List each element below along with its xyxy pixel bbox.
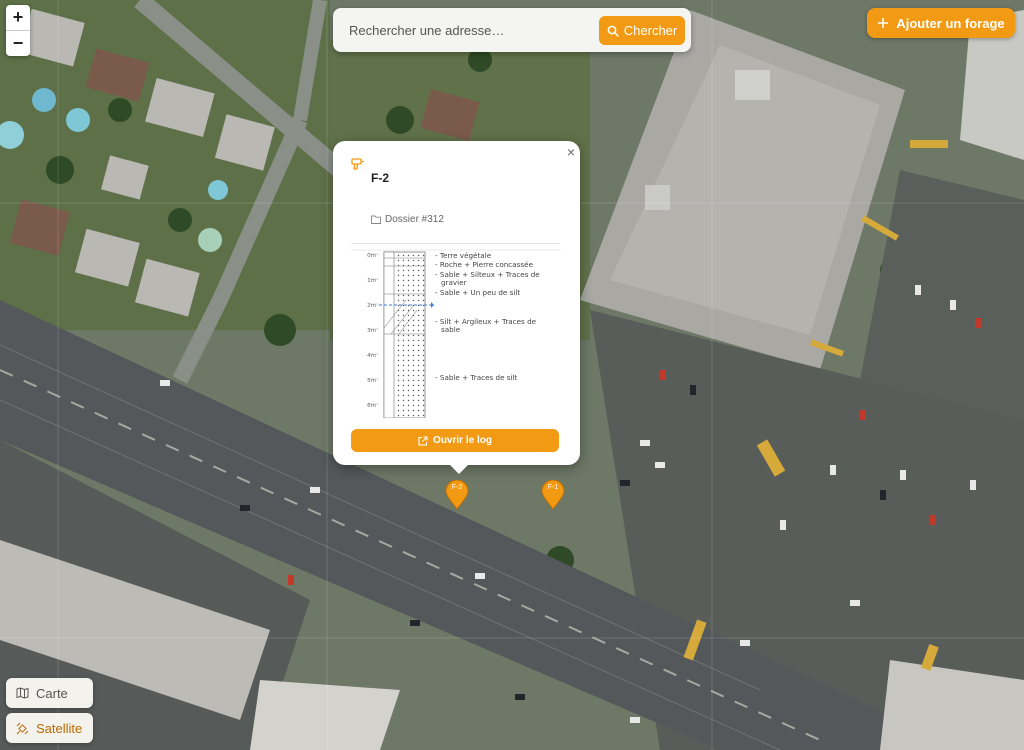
layer-label: Roche + Pierre concassée xyxy=(440,260,534,269)
dossier-label: Dossier #312 xyxy=(385,214,444,225)
dossier-line: Dossier #312 xyxy=(371,214,444,225)
zoom-in-button[interactable]: + xyxy=(6,5,30,30)
svg-text:- Terre végétale: - Terre végétale xyxy=(435,251,492,260)
open-log-label: Ouvrir le log xyxy=(433,435,492,446)
layer-label: Terre végétale xyxy=(439,251,492,260)
external-link-icon xyxy=(418,435,428,446)
depth-label: 6m xyxy=(367,403,376,409)
layer-label-cont: gravier xyxy=(441,278,467,287)
zoom-out-button[interactable]: − xyxy=(6,30,30,56)
marker-label: F-1 xyxy=(547,484,559,491)
plus-icon xyxy=(878,18,889,28)
map-icon xyxy=(16,687,29,699)
popup-title: F-2 xyxy=(371,171,389,185)
forage-marker-f2[interactable]: F-2 xyxy=(445,479,469,510)
depth-label: 3m xyxy=(367,328,376,334)
depth-label: 1m xyxy=(367,278,376,284)
svg-text:- Roche + Pierre concassée: - Roche + Pierre concassée xyxy=(435,260,534,269)
svg-text:- Sable + Un peu de silt: - Sable + Un peu de silt xyxy=(435,288,520,297)
search-bar: Chercher xyxy=(333,8,691,52)
add-forage-button[interactable]: Ajouter un forage xyxy=(867,8,1015,38)
depth-label: 5m xyxy=(367,378,376,384)
add-forage-label: Ajouter un forage xyxy=(896,15,1005,31)
search-button[interactable]: Chercher xyxy=(599,16,685,45)
svg-text:- Sable + Traces de silt: - Sable + Traces de silt xyxy=(435,373,518,382)
search-button-label: Chercher xyxy=(623,23,678,38)
search-input[interactable] xyxy=(343,17,605,43)
forage-marker-f1[interactable]: F-1 xyxy=(541,479,565,510)
layer-label: Sable + Traces de silt xyxy=(440,373,518,382)
layer-label-cont: sable xyxy=(441,325,461,334)
satellite-icon xyxy=(16,722,29,734)
layer-satellite-button[interactable]: Satellite xyxy=(6,713,93,743)
drill-icon xyxy=(351,158,364,170)
layer-label: Sable + Un peu de silt xyxy=(440,288,520,297)
depth-label: 4m xyxy=(367,353,376,359)
search-icon xyxy=(607,25,619,37)
folder-icon xyxy=(371,215,381,224)
close-icon[interactable]: × xyxy=(567,144,575,160)
stratigraphic-log: 0m 1m 2m 3m 4m 5m 6m - Terre végétale - … xyxy=(351,249,561,418)
zoom-control: + − xyxy=(6,5,30,56)
layer-map-button[interactable]: Carte xyxy=(6,678,93,708)
open-log-button[interactable]: Ouvrir le log xyxy=(351,429,559,452)
popup-divider xyxy=(351,243,560,244)
layer-satellite-label: Satellite xyxy=(36,720,83,736)
layer-map-label: Carte xyxy=(36,685,68,701)
marker-label: F-2 xyxy=(451,484,463,491)
depth-label: 2m xyxy=(367,303,376,309)
forage-popup: × F-2 Dossier #312 0m 1m 2m 3m 4m 5m 6m xyxy=(333,141,580,474)
depth-label: 0m xyxy=(367,253,376,259)
